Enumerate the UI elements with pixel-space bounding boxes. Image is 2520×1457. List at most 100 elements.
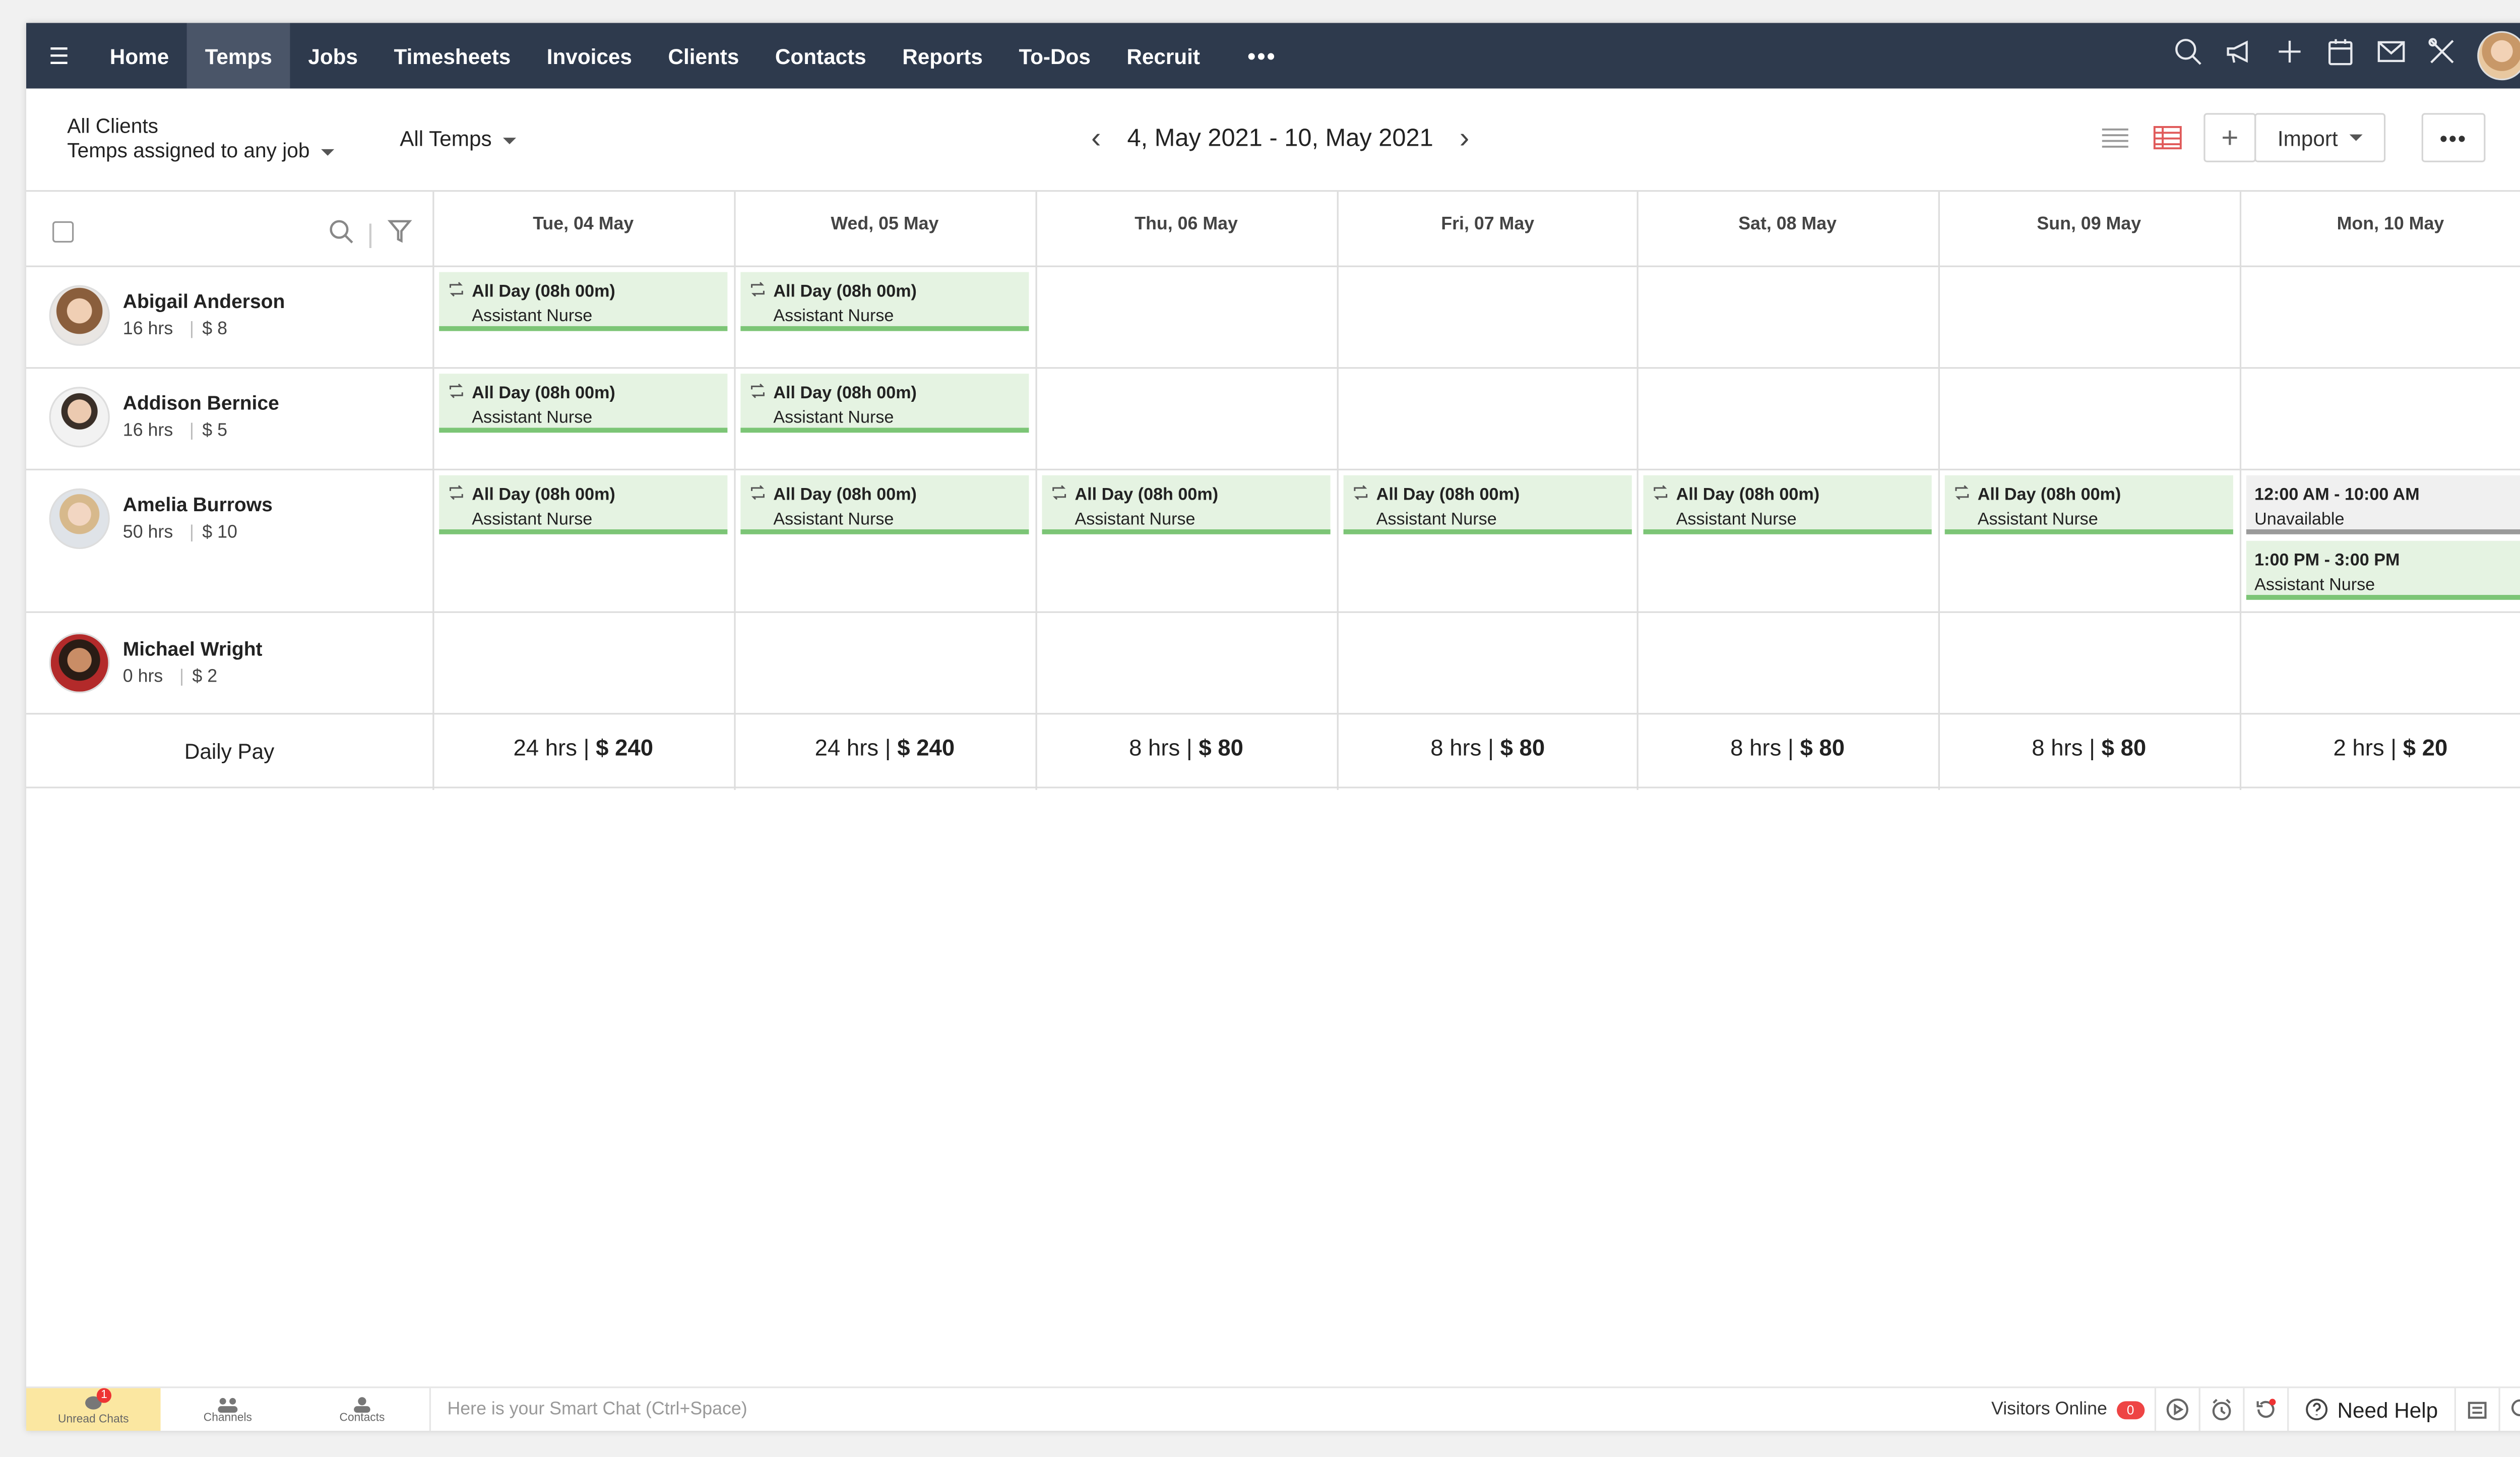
temp-rate: $ 8 — [202, 319, 227, 339]
tab-timesheets[interactable]: Timesheets — [376, 23, 529, 89]
search-icon[interactable] — [2498, 1387, 2520, 1431]
shift-card[interactable]: All Day (08h 00m) Assistant Nurse — [1343, 475, 1632, 534]
plus-icon[interactable] — [2274, 36, 2305, 76]
shift-time: All Day (08h 00m) — [773, 282, 917, 302]
shift-card[interactable]: All Day (08h 00m) Assistant Nurse — [740, 272, 1029, 331]
help-icon — [2305, 1399, 2327, 1421]
alarm-icon[interactable] — [2198, 1387, 2242, 1431]
list-view-icon[interactable] — [2101, 125, 2130, 159]
temp-name: Michael Wright — [122, 636, 263, 660]
shift-card[interactable]: 1:00 PM - 3:00 PM Assistant Nurse — [2246, 540, 2520, 600]
daily-amount: $ 80 — [1800, 734, 1845, 761]
user-avatar[interactable] — [2477, 31, 2520, 81]
day-header: Sat, 08 May — [1738, 214, 1837, 234]
repeat-icon — [1955, 485, 1969, 500]
contacts-tab[interactable]: Contacts — [295, 1387, 429, 1431]
more-options-button[interactable]: ••• — [2421, 113, 2486, 162]
avatar — [49, 488, 110, 550]
clients-filter[interactable]: All Clients Temps assigned to any job — [67, 115, 335, 164]
repeat-icon — [449, 282, 463, 297]
shift-time: All Day (08h 00m) — [1075, 485, 1219, 505]
tab-jobs[interactable]: Jobs — [290, 23, 376, 89]
tab-invoices[interactable]: Invoices — [529, 23, 650, 89]
import-button[interactable]: Import — [2254, 113, 2386, 162]
visitors-label: Visitors Online — [1991, 1400, 2107, 1420]
repeat-icon — [449, 485, 463, 500]
repeat-icon — [1654, 485, 1668, 500]
chevron-down-icon — [503, 137, 517, 144]
shift-time: All Day (08h 00m) — [472, 485, 615, 505]
history-icon[interactable] — [2242, 1387, 2287, 1431]
tab-home[interactable]: Home — [92, 23, 187, 89]
temp-row-header[interactable]: Abigail Anderson 16 hrs | $ 8 — [49, 285, 285, 346]
announcement-icon[interactable] — [2223, 36, 2254, 76]
day-header: Fri, 07 May — [1441, 214, 1535, 234]
daily-pay-cell: 2 hrs | $ 20 — [2333, 734, 2448, 761]
search-icon[interactable] — [328, 218, 354, 252]
add-button[interactable]: + — [2203, 113, 2256, 162]
shift-role: Assistant Nurse — [472, 408, 593, 428]
play-icon[interactable] — [2154, 1387, 2198, 1431]
need-help-button[interactable]: Need Help — [2286, 1387, 2454, 1431]
repeat-icon — [1354, 485, 1368, 500]
smart-chat-input[interactable]: Here is your Smart Chat (Ctrl+Space) — [429, 1387, 1982, 1431]
shift-card[interactable]: All Day (08h 00m) Assistant Nurse — [740, 475, 1029, 534]
tab-temps[interactable]: Temps — [186, 23, 290, 89]
temps-filter-label: All Temps — [400, 126, 492, 151]
shift-role: Assistant Nurse — [472, 306, 593, 326]
repeat-icon — [751, 383, 765, 398]
shift-card[interactable]: All Day (08h 00m) Assistant Nurse — [1944, 475, 2233, 534]
shift-card[interactable]: All Day (08h 00m) Assistant Nurse — [439, 272, 728, 331]
daily-pay-cell: 24 hrs | $ 240 — [513, 734, 654, 761]
notes-icon[interactable] — [2454, 1387, 2499, 1431]
tools-icon[interactable] — [2426, 36, 2458, 76]
day-header: Mon, 10 May — [2337, 214, 2444, 234]
need-help-label: Need Help — [2337, 1397, 2438, 1422]
temp-row-header[interactable]: Michael Wright 0 hrs | $ 2 — [49, 632, 263, 694]
calendar-view-icon[interactable] — [2153, 125, 2183, 159]
shift-card[interactable]: All Day (08h 00m) Assistant Nurse — [1643, 475, 1932, 534]
select-all-checkbox[interactable] — [52, 221, 74, 243]
next-week-icon[interactable]: › — [1460, 122, 1470, 156]
temps-filter[interactable]: All Temps — [400, 126, 517, 151]
tab-reports[interactable]: Reports — [884, 23, 1000, 89]
unread-chats-tab[interactable]: 1 Unread Chats — [26, 1387, 161, 1431]
temp-row-header[interactable]: Addison Bernice 16 hrs | $ 5 — [49, 387, 279, 448]
filter-icon[interactable] — [387, 218, 413, 252]
tab-todos[interactable]: To-Dos — [1001, 23, 1109, 89]
shift-role: Assistant Nurse — [773, 306, 894, 326]
channels-label: Channels — [203, 1412, 252, 1424]
unavailable-card[interactable]: 12:00 AM - 10:00 AM Unavailable — [2246, 475, 2520, 534]
shift-card[interactable]: All Day (08h 00m) Assistant Nurse — [439, 475, 728, 534]
mail-icon[interactable] — [2376, 36, 2407, 76]
temp-name: Abigail Anderson — [122, 289, 285, 313]
chat-bar: 1 Unread Chats Channels Contacts Here is… — [26, 1386, 2520, 1431]
view-switcher — [2101, 125, 2183, 159]
calendar-icon[interactable] — [2325, 36, 2356, 76]
tab-recruit[interactable]: Recruit — [1109, 23, 1218, 89]
tab-clients[interactable]: Clients — [650, 23, 757, 89]
shift-card[interactable]: All Day (08h 00m) Assistant Nurse — [439, 374, 728, 433]
search-icon[interactable] — [2173, 36, 2204, 76]
daily-pay-cell: 8 hrs | $ 80 — [1430, 734, 1545, 761]
temp-rate: $ 2 — [192, 666, 218, 686]
shift-time: All Day (08h 00m) — [773, 485, 917, 505]
repeat-icon — [449, 383, 463, 398]
shift-role: Assistant Nurse — [472, 509, 593, 530]
shift-card[interactable]: All Day (08h 00m) Assistant Nurse — [740, 374, 1029, 433]
channels-tab[interactable]: Channels — [161, 1387, 295, 1431]
visitors-count-badge: 0 — [2117, 1400, 2144, 1419]
tab-contacts[interactable]: Contacts — [757, 23, 884, 89]
visitors-online[interactable]: Visitors Online 0 — [1981, 1400, 2154, 1419]
shift-role: Assistant Nurse — [1376, 509, 1497, 530]
prev-week-icon[interactable]: ‹ — [1091, 122, 1101, 156]
shift-card[interactable]: All Day (08h 00m) Assistant Nurse — [1042, 475, 1331, 534]
temp-row-header[interactable]: Amelia Burrows 50 hrs | $ 10 — [49, 488, 273, 550]
unavailable-label: Unavailable — [2254, 509, 2345, 530]
shift-time: 1:00 PM - 3:00 PM — [2254, 551, 2400, 571]
daily-pay-cell: 24 hrs | $ 240 — [814, 734, 955, 761]
avatar — [49, 387, 110, 448]
more-tabs-button[interactable]: ••• — [1218, 23, 1306, 89]
menu-icon[interactable]: ☰ — [26, 23, 92, 89]
temp-hours: 0 hrs — [122, 666, 163, 686]
